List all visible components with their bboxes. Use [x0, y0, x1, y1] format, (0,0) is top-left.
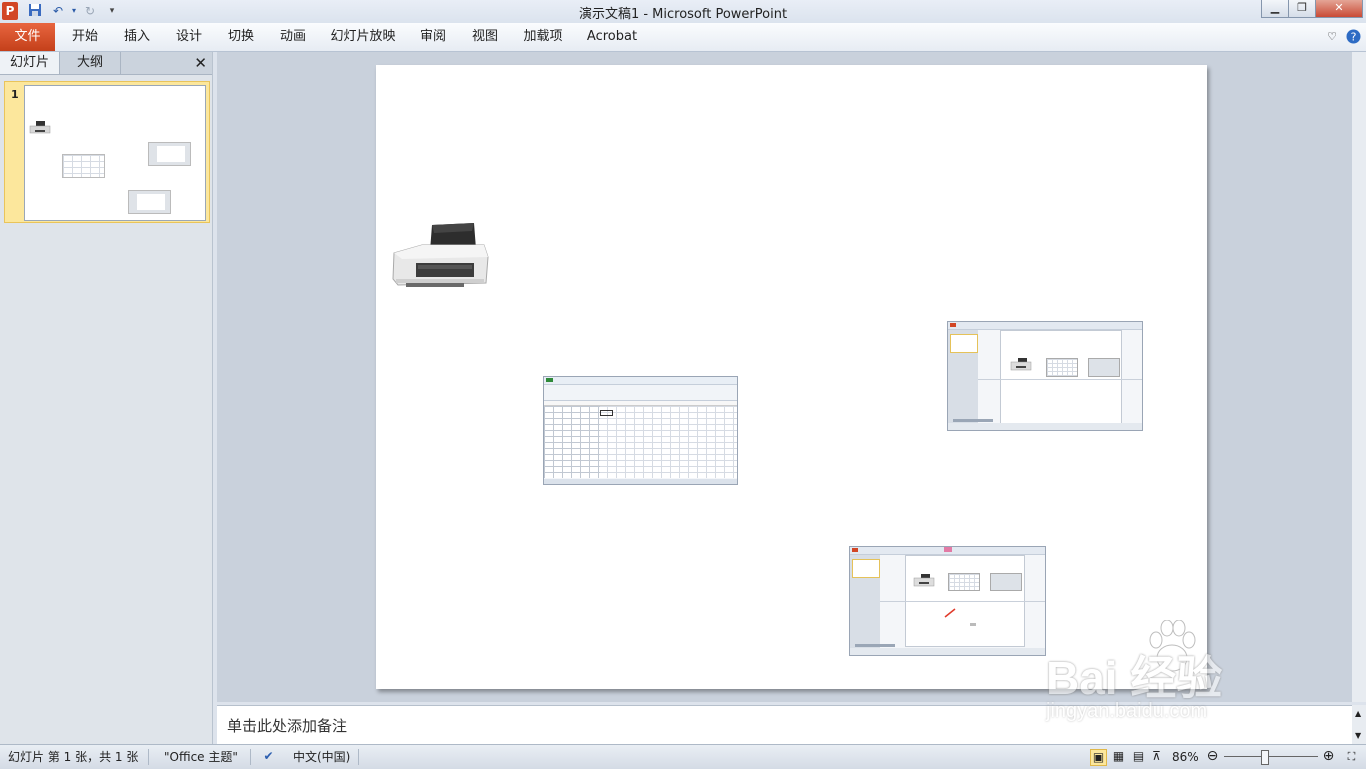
powerpoint-logo-icon[interactable]: P [2, 2, 18, 20]
slides-pane: 幻灯片 大纲 ✕ 1 [0, 52, 213, 744]
reading-view-icon[interactable]: ▤ [1131, 749, 1146, 764]
tab-slideshow[interactable]: 幻灯片放映 [326, 23, 400, 51]
zoom-slider[interactable] [1224, 756, 1318, 757]
pane-tabs: 幻灯片 大纲 ✕ [0, 52, 212, 75]
help-icon[interactable]: ? [1345, 23, 1361, 51]
scroll-down-icon[interactable]: ▼ [1355, 731, 1361, 740]
slide-count-status: 幻灯片 第 1 张，共 1 张 [8, 750, 139, 764]
slide-thumbnail[interactable] [24, 85, 206, 221]
close-icon[interactable]: ✕ [194, 54, 207, 72]
ppt-thumbnail-image [128, 190, 171, 214]
slideshow-view-icon[interactable]: ⊼ [1149, 749, 1164, 764]
slide-number: 1 [11, 88, 19, 101]
tab-design[interactable]: 设计 [168, 23, 210, 51]
tab-home[interactable]: 开始 [64, 23, 106, 51]
watermark-url: jingyan.baidu.com [1046, 700, 1208, 722]
redo-icon[interactable]: ↻ [82, 3, 98, 19]
window-title: 演示文稿1 - Microsoft PowerPoint [578, 7, 788, 22]
tab-slides[interactable]: 幻灯片 [0, 52, 60, 74]
tab-view[interactable]: 视图 [464, 23, 506, 51]
fit-to-window-icon[interactable]: ⛶ [1344, 749, 1359, 764]
ppt-screenshot-image[interactable] [849, 546, 1046, 656]
zoom-slider-thumb[interactable] [1261, 750, 1270, 765]
minimize-icon[interactable]: ▁ [1261, 0, 1289, 18]
close-icon[interactable]: ✕ [1315, 0, 1363, 18]
theme-status[interactable]: "Office 主题" [164, 749, 238, 765]
tab-animations[interactable]: 动画 [272, 23, 314, 51]
tab-file[interactable]: 文件 [0, 23, 55, 51]
ribbon-tabs: 文件 开始 插入 设计 切换 动画 幻灯片放映 审阅 视图 加载项 Acroba… [0, 23, 1366, 52]
notes-placeholder[interactable]: 单击此处添加备注 [227, 715, 347, 736]
tab-acrobat[interactable]: Acrobat [582, 23, 642, 51]
undo-icon[interactable]: ↶ [50, 3, 66, 19]
tab-outline[interactable]: 大纲 [60, 52, 121, 74]
svg-text:?: ? [1350, 31, 1356, 44]
printer-thumbnail-image [29, 121, 51, 134]
printer-image[interactable] [392, 223, 490, 291]
zoom-level[interactable]: 86% [1172, 749, 1199, 765]
minimize-ribbon-icon[interactable]: ♡ [1324, 23, 1340, 51]
status-bar: 幻灯片 第 1 张，共 1 张 "Office 主题" ✔ 中文(中国) ▣ ▦… [0, 744, 1366, 769]
language-status[interactable]: 中文(中国) [293, 749, 350, 765]
title-bar: P ↶ ▾ ↻ ▾ 演示文稿1 - Microsoft PowerPoint ▁… [0, 0, 1366, 24]
ppt-thumbnail-image [148, 142, 191, 166]
ppt-screenshot-image[interactable] [947, 321, 1143, 431]
tab-insert[interactable]: 插入 [116, 23, 158, 51]
notes-scrollbar[interactable]: ▲ ▼ [1352, 705, 1366, 744]
tab-review[interactable]: 审阅 [412, 23, 454, 51]
scroll-up-icon[interactable]: ▲ [1355, 709, 1361, 718]
save-icon[interactable] [27, 3, 43, 19]
restore-icon[interactable]: ❐ [1288, 0, 1316, 18]
tab-transitions[interactable]: 切换 [220, 23, 262, 51]
zoom-out-icon[interactable]: ⊖ [1205, 749, 1220, 764]
vertical-scrollbar[interactable] [1352, 52, 1366, 702]
zoom-in-icon[interactable]: ⊕ [1321, 749, 1336, 764]
excel-thumbnail-image [62, 154, 105, 178]
undo-dropdown-icon[interactable]: ▾ [66, 3, 82, 19]
customize-toolbar-icon[interactable]: ▾ [104, 3, 120, 19]
slide-editing-area [217, 52, 1366, 702]
tab-addins[interactable]: 加载项 [516, 23, 570, 51]
baidu-watermark: Bai 经验 jingyan.baidu.com [1046, 620, 1296, 730]
watermark-brand: Bai 经验 [1046, 652, 1223, 704]
spell-check-icon[interactable]: ✔ [261, 749, 276, 764]
normal-view-icon[interactable]: ▣ [1090, 749, 1107, 766]
slide-thumbnail-selected[interactable]: 1 [4, 81, 210, 223]
slide-sorter-icon[interactable]: ▦ [1111, 749, 1126, 764]
excel-screenshot-image[interactable] [543, 376, 738, 485]
slide-canvas[interactable] [376, 65, 1207, 689]
